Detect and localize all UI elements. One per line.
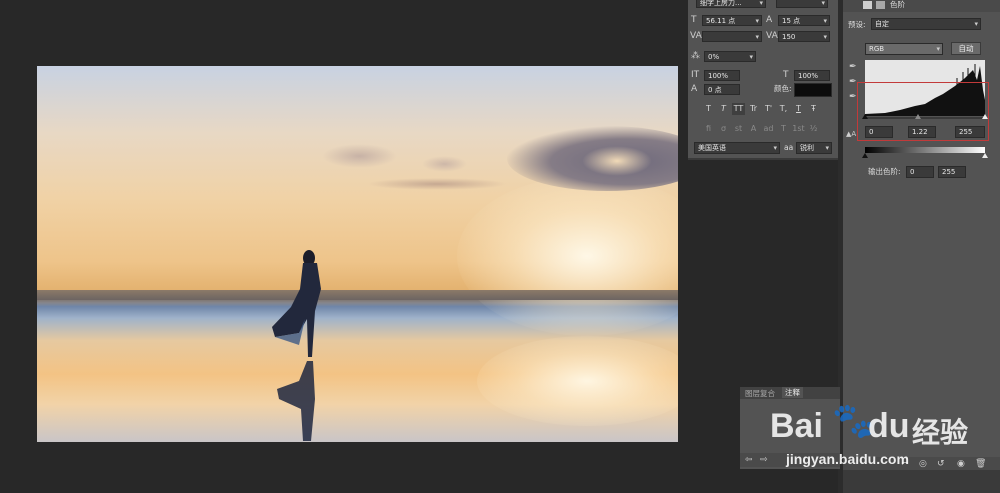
output-white-field[interactable]: 255 xyxy=(938,166,966,178)
output-gradient xyxy=(865,147,985,153)
prev-note-icon[interactable]: ⇦ xyxy=(745,455,753,465)
output-black-handle[interactable] xyxy=(862,153,868,158)
subscript-button[interactable]: T, xyxy=(777,103,790,115)
kerning-icon: VA xyxy=(690,31,702,41)
tracking-field[interactable]: 150 xyxy=(778,31,830,42)
font-size-field[interactable]: 56.11 点 xyxy=(702,15,762,26)
input-gamma-field[interactable]: 1.22 xyxy=(908,126,936,138)
levels-adjust-icon: ▲A xyxy=(846,130,857,138)
fractions-button[interactable]: ½ xyxy=(807,123,820,135)
small-caps-button[interactable]: Tr xyxy=(747,103,760,115)
vertical-scale-field[interactable]: 100% xyxy=(704,70,740,81)
faux-bold-button[interactable]: T xyxy=(702,103,715,115)
next-note-icon[interactable]: ⇨ xyxy=(760,455,768,465)
baseline-scale-icon: ⁂ xyxy=(691,51,700,61)
mask-icon[interactable] xyxy=(876,1,885,9)
baseline-shift-icon: A xyxy=(691,84,698,94)
antialias-select[interactable]: 锐利 xyxy=(796,142,832,154)
output-levels-label: 输出色阶: xyxy=(868,167,901,176)
black-eyedropper-icon[interactable]: ✒ xyxy=(849,62,857,72)
input-white-field[interactable]: 255 xyxy=(955,126,985,138)
font-style-aux[interactable] xyxy=(776,0,828,8)
white-eyedropper-icon[interactable]: ✒ xyxy=(849,92,857,102)
watermark-jingyan: 经验 xyxy=(912,416,969,449)
watermark-brand-du: du xyxy=(868,407,910,445)
faux-italic-button[interactable]: T xyxy=(717,103,730,115)
kerning-field[interactable] xyxy=(702,31,762,42)
titling-alternates-button[interactable]: ad xyxy=(762,123,775,135)
discretionary-ligatures-button[interactable]: σ xyxy=(717,123,730,135)
input-black-handle[interactable] xyxy=(862,114,868,119)
output-white-handle[interactable] xyxy=(982,153,988,158)
language-select[interactable]: 美国英语 xyxy=(694,142,780,154)
cloud-small xyxy=(322,144,397,168)
baidu-watermark: Bai 🐾 du 经验 jingyan.baidu.com xyxy=(770,385,1000,475)
character-panel: 细字上房力... T 56.11 点 A 15 点 VA VA 150 ⁂ 0%… xyxy=(688,0,838,158)
superscript-button[interactable]: T' xyxy=(762,103,775,115)
input-gamma-handle[interactable] xyxy=(915,114,921,119)
auto-button[interactable]: 自动 xyxy=(951,42,981,55)
output-black-field[interactable]: 0 xyxy=(906,166,934,178)
horizontal-scale-icon: T xyxy=(783,70,789,80)
preset-select[interactable]: 自定 xyxy=(871,18,981,30)
channel-select[interactable]: RGB xyxy=(865,43,943,55)
cloud-tiny xyxy=(422,156,467,172)
tracking-icon: VA xyxy=(766,31,778,41)
watermark-url: jingyan.baidu.com xyxy=(786,451,909,467)
watermark-brand: Bai xyxy=(770,407,823,445)
woman-silhouette xyxy=(272,250,321,441)
horizontal-scale-field[interactable]: 100% xyxy=(794,70,830,81)
leading-field[interactable]: 15 点 xyxy=(778,15,830,26)
adjustment-layer-icon[interactable] xyxy=(863,1,872,9)
swash-button[interactable]: st xyxy=(732,123,745,135)
cloud-strip xyxy=(367,178,507,190)
levels-title: 色阶 xyxy=(890,0,905,9)
horizon-land xyxy=(37,290,678,300)
gray-eyedropper-icon[interactable]: ✒ xyxy=(849,77,857,87)
antialias-icon: aa xyxy=(784,143,794,152)
color-label: 颜色: xyxy=(774,84,792,93)
ligatures-button[interactable]: fi xyxy=(702,123,715,135)
font-size-icon: T xyxy=(691,15,697,25)
input-slider-track[interactable] xyxy=(865,117,985,119)
underline-button[interactable]: T xyxy=(792,103,805,115)
baseline-scale-field[interactable]: 0% xyxy=(704,51,756,62)
preset-label: 预设: xyxy=(848,20,866,29)
ordinals-ot-button[interactable]: T xyxy=(777,123,790,135)
leading-icon: A xyxy=(766,15,773,25)
all-caps-button[interactable]: TT xyxy=(732,103,745,115)
input-black-field[interactable]: 0 xyxy=(865,126,893,138)
cloud-large-edge xyxy=(582,146,652,176)
text-color-swatch[interactable] xyxy=(794,83,832,97)
font-style-select[interactable]: 细字上房力... xyxy=(696,0,766,8)
sun-glow xyxy=(457,176,678,336)
sun-reflection xyxy=(477,336,678,426)
strikethrough-button[interactable]: Ŧ xyxy=(807,103,820,115)
ordinals-button[interactable]: 1st xyxy=(792,123,805,135)
stylistic-alternates-button[interactable]: A xyxy=(747,123,760,135)
vertical-scale-icon: IT xyxy=(691,70,700,80)
baseline-shift-field[interactable]: 0 点 xyxy=(704,84,740,95)
character-panel-bottom xyxy=(688,158,838,160)
input-white-handle[interactable] xyxy=(982,114,988,119)
canvas-photo[interactable] xyxy=(37,66,678,442)
